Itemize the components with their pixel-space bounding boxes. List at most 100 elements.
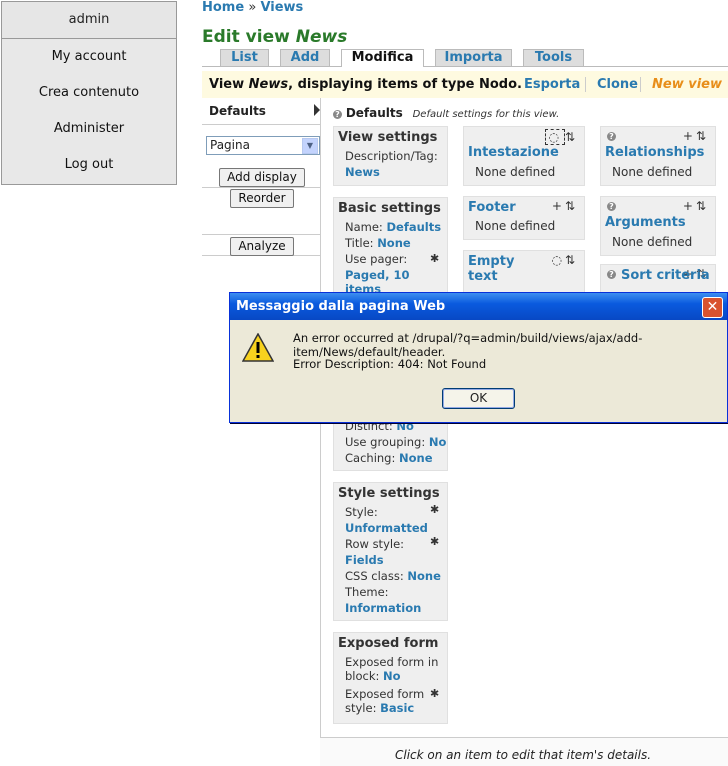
help-icon[interactable]: ?: [607, 202, 616, 211]
intestazione-value: None defined: [475, 165, 556, 179]
rearrange-icon[interactable]: ⇅: [565, 253, 578, 267]
displays-column: Defaults Pagina ▼ Add display Reorder An…: [202, 98, 321, 256]
footer-title[interactable]: Footer: [468, 200, 516, 215]
relationships-box: ? +⇅ Relationships None defined: [600, 126, 716, 186]
help-icon[interactable]: ?: [607, 132, 616, 141]
analyze-button[interactable]: Analyze: [230, 237, 294, 256]
clone-link[interactable]: Clone: [597, 77, 638, 92]
exposed-style-value[interactable]: Basic: [380, 701, 414, 715]
footer-hint-text: Click on an item to edit that item's det…: [395, 748, 652, 762]
css-class-value[interactable]: None: [407, 569, 441, 583]
new-view-link[interactable]: New view: [652, 77, 722, 92]
rearrange-icon[interactable]: ⇅: [696, 129, 709, 143]
rearrange-loading-icon[interactable]: ◌: [545, 129, 565, 145]
gear-icon[interactable]: ✱: [430, 252, 439, 265]
arguments-title[interactable]: Arguments: [605, 215, 686, 230]
title-label: Title:: [345, 236, 374, 250]
view-settings-title: View settings: [338, 130, 438, 145]
footer-value: None defined: [475, 219, 556, 233]
breadcrumb-views[interactable]: Views: [260, 0, 303, 15]
use-grouping-label: Use grouping:: [345, 435, 426, 449]
sort-criteria-box: ? +⇅ Sort criteria: [600, 264, 716, 294]
name-value[interactable]: Defaults: [386, 220, 441, 234]
reorder-button[interactable]: Reorder: [230, 189, 294, 208]
arguments-value: None defined: [612, 235, 693, 249]
use-pager-label: Use pager:: [345, 252, 408, 266]
empty-text-title[interactable]: Empty text: [468, 254, 528, 284]
tab-importa[interactable]: Importa: [435, 49, 512, 66]
defaults-title: Defaults: [345, 106, 403, 120]
menu-item-my-account[interactable]: My account: [2, 39, 176, 75]
dialog-title: Messaggio dalla pagina Web: [236, 299, 446, 314]
breadcrumb-home[interactable]: Home: [202, 0, 244, 15]
divider: [202, 234, 320, 235]
tab-add[interactable]: Add: [280, 49, 330, 66]
ok-button[interactable]: OK: [442, 388, 515, 409]
help-icon[interactable]: ?: [333, 110, 342, 119]
defaults-desc: Default settings for this view.: [412, 109, 560, 120]
user-menu: admin My account Crea contenuto Administ…: [1, 1, 177, 185]
sort-criteria-title[interactable]: Sort criteria: [621, 268, 710, 283]
style-value[interactable]: Unformatted: [345, 521, 428, 535]
tab-tools[interactable]: Tools: [523, 49, 584, 66]
close-icon[interactable]: ✕: [702, 297, 723, 318]
dialog-error: Error Description: 404: Not Found: [293, 357, 487, 371]
loading-icon[interactable]: ◌: [551, 253, 564, 267]
intestazione-title[interactable]: Intestazione: [468, 145, 559, 160]
add-icon[interactable]: +: [552, 199, 565, 213]
css-class-label: CSS class:: [345, 569, 404, 583]
add-icon[interactable]: +: [683, 199, 696, 213]
style-label: Style:: [345, 505, 378, 519]
relationships-title[interactable]: Relationships: [605, 145, 704, 160]
tab-bar: List Add Modifica Importa Tools: [202, 49, 728, 67]
dialog-titlebar[interactable]: Messaggio dalla pagina Web ✕: [230, 293, 727, 320]
divider: [202, 187, 320, 188]
gear-icon[interactable]: ✱: [430, 687, 439, 700]
basic-settings-title: Basic settings: [338, 201, 441, 216]
footer-hint: Click on an item to edit that item's det…: [320, 737, 728, 766]
theme-value[interactable]: Information: [345, 601, 421, 615]
display-type-select[interactable]: Pagina ▼: [206, 136, 320, 155]
tab-modifica[interactable]: Modifica: [341, 49, 424, 67]
description-tag-value[interactable]: News: [345, 165, 380, 179]
arguments-actions: +⇅: [683, 199, 709, 213]
divider: [640, 77, 641, 92]
empty-text-actions: ◌⇅: [551, 253, 578, 267]
name-label: Name:: [345, 220, 383, 234]
rearrange-icon[interactable]: ⇅: [565, 199, 578, 213]
exposed-in-block-value[interactable]: No: [383, 669, 401, 683]
rearrange-icon[interactable]: ⇅: [565, 130, 578, 144]
export-link[interactable]: Esporta: [524, 77, 580, 92]
defaults-header: ? Defaults Default settings for this vie…: [333, 106, 559, 120]
add-display-button[interactable]: Add display: [219, 168, 305, 187]
breadcrumb: Home » Views: [202, 0, 303, 15]
row-style-label: Row style:: [345, 537, 405, 551]
style-settings-title: Style settings: [338, 486, 440, 501]
alert-dialog: Messaggio dalla pagina Web ✕ An error oc…: [229, 292, 728, 423]
gear-icon[interactable]: ✱: [430, 535, 439, 548]
username: admin: [2, 2, 176, 39]
relationships-actions: +⇅: [683, 129, 709, 143]
row-style-value[interactable]: Fields: [345, 553, 384, 567]
view-info-prefix: View: [209, 77, 245, 92]
display-tab-defaults[interactable]: Defaults: [202, 98, 320, 125]
caching-value[interactable]: None: [399, 451, 433, 465]
menu-item-logout[interactable]: Log out: [2, 147, 176, 183]
exposed-form-title: Exposed form: [338, 636, 439, 651]
page-title-view-name: News: [295, 27, 348, 47]
chevron-down-icon[interactable]: ▼: [302, 138, 318, 154]
rearrange-icon[interactable]: ⇅: [696, 199, 709, 213]
add-icon[interactable]: +: [683, 129, 696, 143]
help-icon[interactable]: ?: [607, 270, 616, 279]
gear-icon[interactable]: ✱: [430, 503, 439, 516]
title-value[interactable]: None: [377, 236, 411, 250]
display-type-value: Pagina: [210, 138, 250, 152]
menu-item-administer[interactable]: Administer: [2, 111, 176, 147]
view-info-text: View News, displaying items of type Nodo…: [209, 77, 522, 92]
menu-item-create-content[interactable]: Crea contenuto: [2, 75, 176, 111]
tab-list[interactable]: List: [220, 49, 269, 66]
use-grouping-value[interactable]: No: [429, 435, 447, 449]
view-info-suffix: , displaying items of type Nodo.: [288, 77, 522, 92]
display-defaults-label: Defaults: [209, 104, 266, 118]
view-info-bar: View News, displaying items of type Nodo…: [202, 71, 728, 98]
